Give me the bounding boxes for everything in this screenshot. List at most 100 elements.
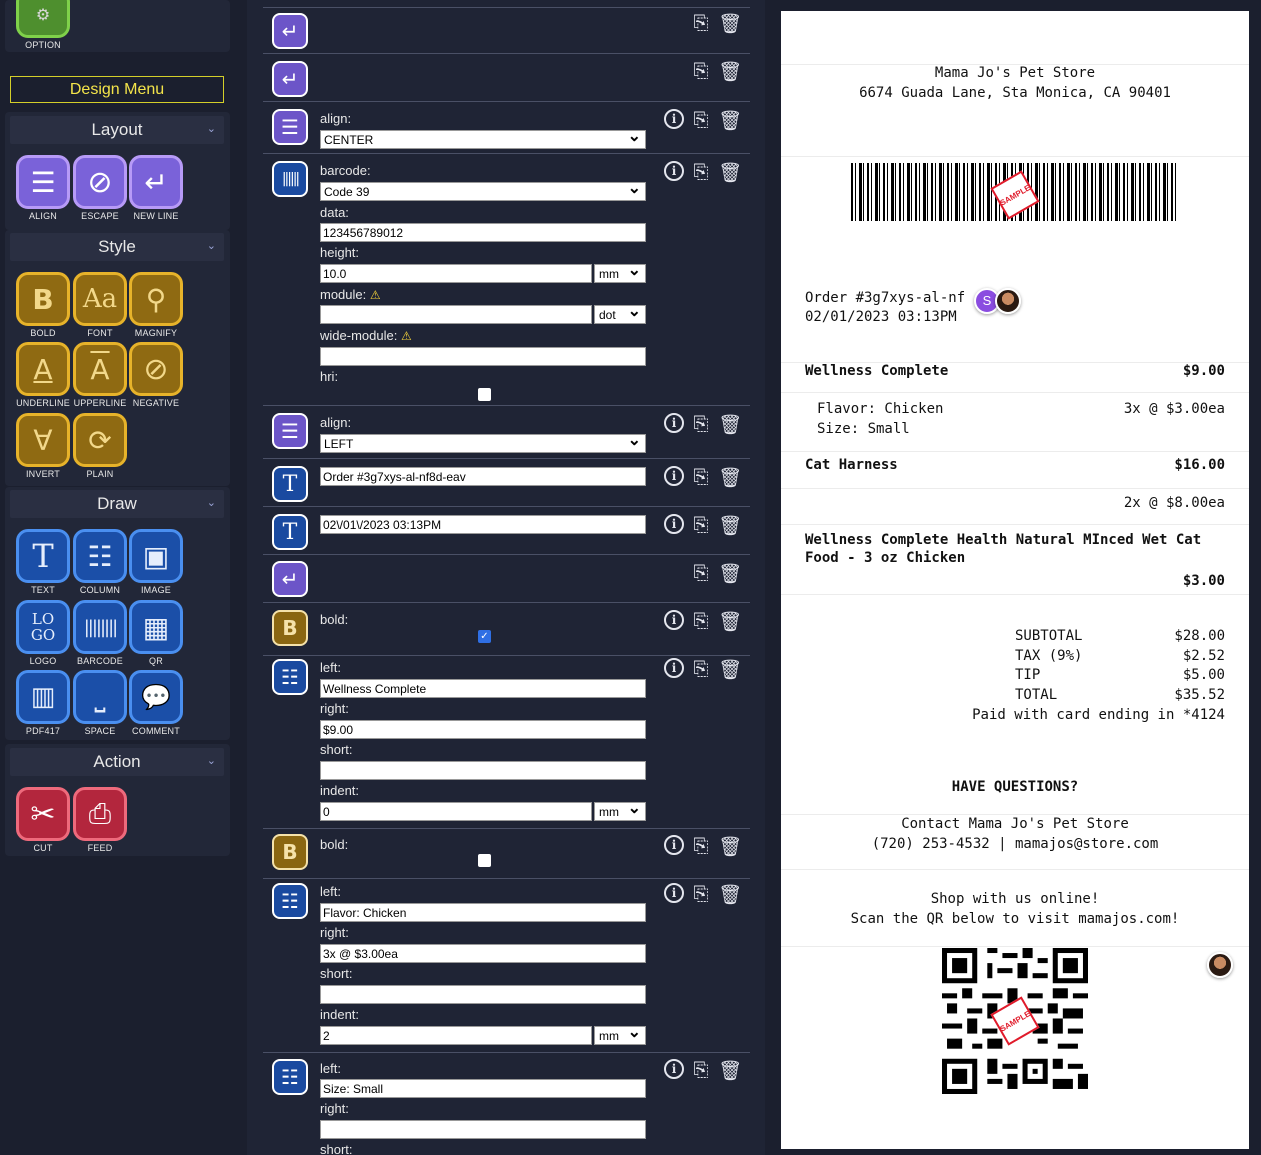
- command-row-bold[interactable]: B bold: ✓ i ⎘ 🗑: [263, 602, 750, 655]
- pdf417-tool[interactable]: ▥ PDF417: [15, 670, 71, 736]
- hri-checkbox[interactable]: [478, 388, 491, 401]
- trash-icon[interactable]: 🗑: [718, 514, 742, 537]
- underline-tool[interactable]: A UNDERLINE: [15, 342, 71, 408]
- comment-tool[interactable]: 💬 COMMENT: [128, 670, 184, 736]
- command-row-text[interactable]: T 02\/01\/2023 03:13PM i ⎘ 🗑: [263, 506, 750, 554]
- command-row-newline[interactable]: ↵ ⎘ 🗑: [263, 554, 750, 602]
- layout-section-header[interactable]: Layout ⌄: [10, 116, 224, 144]
- logo-tool[interactable]: LO GO LOGO: [15, 600, 71, 666]
- trash-icon[interactable]: 🗑: [718, 413, 742, 436]
- column-tool[interactable]: ☷ COLUMN: [72, 529, 128, 595]
- right-input[interactable]: 3x @ $3.00ea: [320, 944, 646, 963]
- trash-icon[interactable]: 🗑: [718, 835, 742, 858]
- command-row-text[interactable]: T Order #3g7xys-al-nf8d-eav i ⎘ 🗑: [263, 458, 750, 506]
- indent-input[interactable]: 2: [320, 1026, 592, 1045]
- indent-input[interactable]: 0: [320, 802, 592, 821]
- qr-tool[interactable]: ▦ QR: [128, 600, 184, 666]
- left-input[interactable]: Flavor: Chicken: [320, 903, 646, 922]
- indent-unit-select[interactable]: mm: [594, 1022, 646, 1045]
- copy-icon[interactable]: ⎘: [690, 12, 712, 35]
- command-row-bold[interactable]: B bold: i ⎘ 🗑: [263, 828, 750, 878]
- command-row-newline[interactable]: ↵ ⎘ 🗑: [263, 53, 750, 101]
- info-icon[interactable]: i: [664, 466, 684, 486]
- cut-tool[interactable]: ✂ CUT: [15, 787, 71, 853]
- module-unit-select[interactable]: dot: [594, 301, 646, 324]
- new-line-tool[interactable]: ↵ NEW LINE: [128, 155, 184, 221]
- trash-icon[interactable]: 🗑: [718, 1059, 742, 1082]
- style-section-header[interactable]: Style ⌄: [10, 233, 224, 261]
- barcode-type-select[interactable]: Code 39: [320, 178, 646, 201]
- plain-tool[interactable]: ⟳ PLAIN: [72, 413, 128, 479]
- copy-icon[interactable]: ⎘: [690, 60, 712, 83]
- negative-tool[interactable]: ⊘ NEGATIVE: [128, 342, 184, 408]
- trash-icon[interactable]: 🗑: [718, 658, 742, 681]
- indent-unit-select[interactable]: mm: [594, 798, 646, 821]
- trash-icon[interactable]: 🗑: [718, 883, 742, 906]
- font-tool[interactable]: Aa FONT: [72, 272, 128, 338]
- text-input[interactable]: Order #3g7xys-al-nf8d-eav: [320, 467, 646, 486]
- command-row-column[interactable]: ☷ left: Wellness Complete right: $9.00 s…: [263, 655, 750, 828]
- action-section-header[interactable]: Action ⌄: [10, 748, 224, 776]
- command-row-align[interactable]: ☰ align: CENTER i ⎘ 🗑: [263, 101, 750, 153]
- info-icon[interactable]: i: [664, 109, 684, 129]
- copy-icon[interactable]: ⎘: [690, 466, 712, 489]
- trash-icon[interactable]: 🗑: [718, 610, 742, 633]
- short-input[interactable]: [320, 985, 646, 1004]
- image-tool[interactable]: ▣ IMAGE: [128, 529, 184, 595]
- trash-icon[interactable]: 🗑: [718, 12, 742, 35]
- barcode-tool[interactable]: |||||||| BARCODE: [72, 600, 128, 666]
- trash-icon[interactable]: 🗑: [718, 466, 742, 489]
- copy-icon[interactable]: ⎘: [690, 109, 712, 132]
- barcode-wide-module-input[interactable]: [320, 347, 646, 366]
- draw-section-header[interactable]: Draw ⌄: [10, 490, 224, 518]
- align-tool[interactable]: ☰ ALIGN: [15, 155, 71, 221]
- short-input[interactable]: [320, 761, 646, 780]
- trash-icon[interactable]: 🗑: [718, 161, 742, 184]
- align-select[interactable]: LEFT: [320, 430, 646, 453]
- command-row-barcode[interactable]: |||||| barcode: Code 39 data: 1234567890…: [263, 153, 750, 405]
- escape-tool[interactable]: ⊘ ESCAPE: [72, 155, 128, 221]
- trash-icon[interactable]: 🗑: [718, 60, 742, 83]
- barcode-module-input[interactable]: [320, 305, 592, 324]
- text-input[interactable]: 02\/01\/2023 03:13PM: [320, 515, 646, 534]
- bold-tool[interactable]: B BOLD: [15, 272, 71, 338]
- command-row-newline[interactable]: ↵ ⎘ 🗑: [263, 7, 750, 53]
- left-input[interactable]: Wellness Complete: [320, 679, 646, 698]
- info-icon[interactable]: i: [664, 514, 684, 534]
- magnify-tool[interactable]: ⚲ MAGNIFY: [128, 272, 184, 338]
- copy-icon[interactable]: ⎘: [690, 413, 712, 436]
- info-icon[interactable]: i: [664, 835, 684, 855]
- command-row-align[interactable]: ☰ align: LEFT i ⎘ 🗑: [263, 405, 750, 458]
- info-icon[interactable]: i: [664, 413, 684, 433]
- info-icon[interactable]: i: [664, 161, 684, 181]
- invert-tool[interactable]: ∀ INVERT: [15, 413, 71, 479]
- height-unit-select[interactable]: mm: [594, 260, 646, 283]
- copy-icon[interactable]: ⎘: [690, 658, 712, 681]
- align-select[interactable]: CENTER: [320, 126, 646, 149]
- right-input[interactable]: [320, 1120, 646, 1139]
- barcode-data-input[interactable]: 123456789012: [320, 223, 646, 242]
- copy-icon[interactable]: ⎘: [690, 835, 712, 858]
- bold-checkbox[interactable]: ✓: [478, 630, 491, 643]
- avatar[interactable]: [995, 288, 1021, 314]
- option-tool[interactable]: ⚙ OPTION: [15, 0, 71, 50]
- left-input[interactable]: Size: Small: [320, 1079, 646, 1098]
- barcode-height-input[interactable]: 10.0: [320, 264, 592, 283]
- avatar[interactable]: [1207, 952, 1233, 978]
- copy-icon[interactable]: ⎘: [690, 514, 712, 537]
- copy-icon[interactable]: ⎘: [690, 562, 712, 585]
- info-icon[interactable]: i: [664, 1059, 684, 1079]
- info-icon[interactable]: i: [664, 883, 684, 903]
- upperline-tool[interactable]: A UPPERLINE: [72, 342, 128, 408]
- bold-checkbox[interactable]: [478, 854, 491, 867]
- trash-icon[interactable]: 🗑: [718, 109, 742, 132]
- text-tool[interactable]: T TEXT: [15, 529, 71, 595]
- copy-icon[interactable]: ⎘: [690, 883, 712, 906]
- right-input[interactable]: $9.00: [320, 720, 646, 739]
- info-icon[interactable]: i: [664, 610, 684, 630]
- copy-icon[interactable]: ⎘: [690, 161, 712, 184]
- copy-icon[interactable]: ⎘: [690, 1059, 712, 1082]
- copy-icon[interactable]: ⎘: [690, 610, 712, 633]
- command-row-column[interactable]: ☷ left: Size: Small right: short: i ⎘ 🗑: [263, 1052, 750, 1155]
- space-tool[interactable]: ⎵ SPACE: [72, 670, 128, 736]
